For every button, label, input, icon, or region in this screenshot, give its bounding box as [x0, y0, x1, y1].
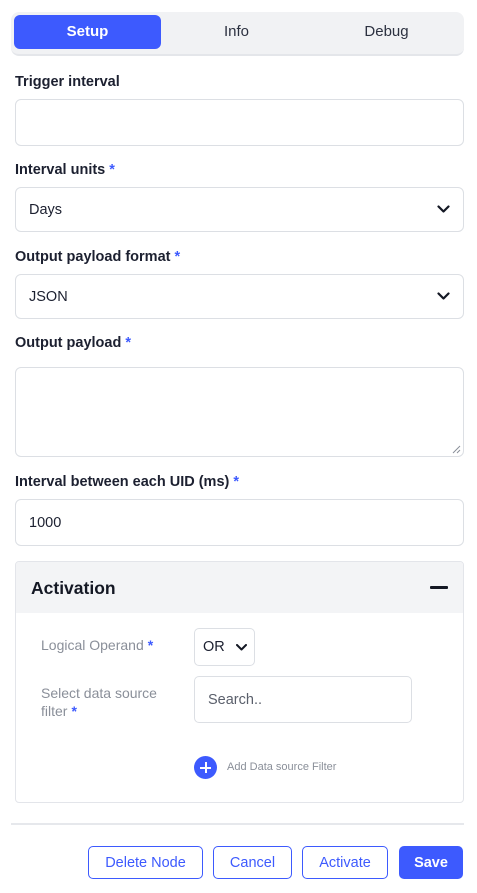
interval-units-value: Days — [29, 201, 63, 218]
output-format-select[interactable]: JSON — [15, 274, 464, 319]
required-marker: * — [174, 249, 181, 265]
uid-interval-label: Interval between each UID (ms) * — [15, 474, 239, 490]
delete-node-button[interactable]: Delete Node — [88, 846, 203, 879]
data-source-search-placeholder: Search.. — [208, 691, 262, 708]
trigger-interval-label-text: Trigger interval — [15, 74, 120, 90]
tab-debug[interactable]: Debug — [312, 15, 461, 49]
activation-panel: Activation Logical Operand * OR Select da… — [15, 561, 464, 803]
logical-operand-label-text: Logical Operand — [41, 637, 144, 653]
uid-interval-value: 1000 — [29, 514, 62, 531]
output-payload-textarea[interactable] — [15, 367, 464, 457]
logical-operand-label: Logical Operand * — [41, 636, 153, 654]
data-source-filter-label: Select data source filter * — [41, 684, 157, 720]
required-marker: * — [147, 637, 154, 653]
required-marker: * — [233, 474, 239, 490]
required-marker: * — [109, 162, 115, 178]
tab-info[interactable]: Info — [163, 15, 310, 49]
output-format-label-text: Output payload format — [15, 249, 171, 265]
uid-interval-input[interactable]: 1000 — [15, 499, 464, 546]
output-payload-label: Output payload * — [15, 335, 131, 351]
chevron-down-icon — [437, 291, 450, 300]
footer-divider — [11, 823, 464, 825]
data-source-filter-label-line2: filter — [41, 703, 68, 719]
trigger-interval-label: Trigger interval — [15, 74, 120, 90]
tab-setup[interactable]: Setup — [14, 15, 161, 49]
chevron-down-icon — [437, 204, 450, 213]
uid-interval-label-text: Interval between each UID (ms) — [15, 474, 230, 490]
resize-grip-icon[interactable] — [452, 445, 461, 454]
required-marker: * — [125, 335, 131, 351]
data-source-filter-label-line1: Select data source — [41, 685, 157, 701]
minus-icon[interactable] — [430, 586, 448, 589]
output-format-value: JSON — [29, 288, 68, 305]
logical-operand-value: OR — [203, 639, 225, 655]
interval-units-label-text: Interval units — [15, 162, 106, 178]
save-button[interactable]: Save — [399, 846, 463, 879]
activation-title: Activation — [31, 578, 116, 598]
interval-units-label: Interval units * — [15, 162, 115, 178]
logical-operand-select[interactable]: OR — [194, 628, 255, 666]
interval-units-select[interactable]: Days — [15, 187, 464, 232]
cancel-button[interactable]: Cancel — [213, 846, 292, 879]
required-marker: * — [71, 703, 77, 719]
activation-panel-header[interactable]: Activation — [16, 562, 463, 613]
activate-button[interactable]: Activate — [302, 846, 388, 879]
trigger-interval-input[interactable] — [15, 99, 464, 146]
data-source-search-input[interactable]: Search.. — [194, 676, 412, 723]
chevron-down-icon — [236, 644, 247, 651]
tab-bar: Setup Info Debug — [11, 12, 464, 56]
add-data-source-filter-link[interactable]: Add Data source Filter — [227, 761, 336, 773]
plus-circle-icon[interactable] — [194, 756, 217, 779]
output-format-label: Output payload format * — [15, 249, 180, 265]
output-payload-label-text: Output payload — [15, 335, 122, 351]
